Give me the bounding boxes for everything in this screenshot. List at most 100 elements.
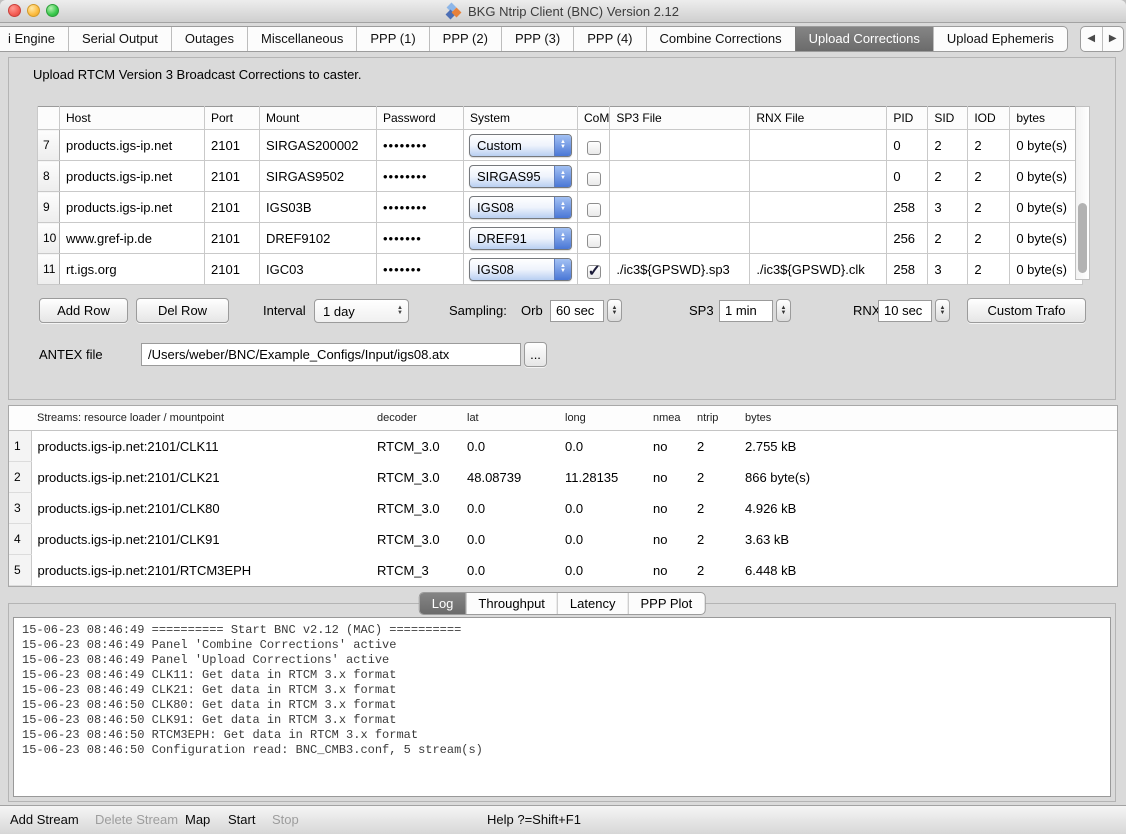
long-cell[interactable]: 11.28135: [559, 462, 647, 493]
system-dropdown[interactable]: IGS08▲▼: [469, 196, 572, 219]
sp3-cell[interactable]: [610, 192, 750, 223]
host-cell[interactable]: rt.igs.org: [60, 254, 205, 285]
col-nmea[interactable]: nmea: [647, 406, 691, 431]
rnx-cell[interactable]: [750, 192, 887, 223]
ntrip-cell[interactable]: 2: [691, 555, 739, 586]
iod-cell[interactable]: 2: [968, 223, 1010, 254]
rnx-cell[interactable]: [750, 161, 887, 192]
ntrip-cell[interactable]: 2: [691, 462, 739, 493]
password-cell[interactable]: •••••••: [377, 254, 464, 285]
password-cell[interactable]: ••••••••: [377, 130, 464, 161]
password-cell[interactable]: ••••••••: [377, 192, 464, 223]
tab-feed-engine[interactable]: i Engine: [0, 27, 68, 51]
col-system[interactable]: System: [464, 107, 578, 130]
sp3-stepper[interactable]: ▲▼: [776, 299, 791, 322]
system-dropdown[interactable]: Custom▲▼: [469, 134, 572, 157]
iod-cell[interactable]: 2: [968, 161, 1010, 192]
tabs-scroll-left-icon[interactable]: ◀: [1081, 27, 1102, 51]
host-cell[interactable]: products.igs-ip.net: [60, 192, 205, 223]
system-dropdown[interactable]: DREF91▲▼: [469, 227, 572, 250]
sp3-cell[interactable]: [610, 223, 750, 254]
pid-cell[interactable]: 258: [887, 192, 928, 223]
pid-cell[interactable]: 0: [887, 161, 928, 192]
mountpoint-cell[interactable]: products.igs-ip.net:2101/CLK21: [31, 462, 371, 493]
com-checkbox[interactable]: [587, 172, 601, 186]
antex-file-input[interactable]: /Users/weber/BNC/Example_Configs/Input/i…: [141, 343, 521, 366]
mountpoint-cell[interactable]: products.igs-ip.net:2101/CLK80: [31, 493, 371, 524]
sp3-cell[interactable]: [610, 130, 750, 161]
antex-browse-button[interactable]: ...: [524, 342, 547, 367]
upload-table-scrollbar[interactable]: [1075, 106, 1090, 280]
sid-cell[interactable]: 2: [928, 161, 968, 192]
tab-ppp-1[interactable]: PPP (1): [356, 27, 428, 51]
delete-stream-action[interactable]: Delete Stream: [95, 806, 178, 834]
col-bytes[interactable]: bytes: [739, 406, 928, 431]
lat-cell[interactable]: 0.0: [461, 524, 559, 555]
scrollbar-thumb[interactable]: [1078, 203, 1087, 273]
port-cell[interactable]: 2101: [205, 192, 260, 223]
col-iod[interactable]: IOD: [968, 107, 1010, 130]
com-checkbox[interactable]: [587, 203, 601, 217]
lat-cell[interactable]: 0.0: [461, 431, 559, 462]
rnx-cell[interactable]: [750, 223, 887, 254]
add-stream-action[interactable]: Add Stream: [10, 806, 79, 834]
host-cell[interactable]: products.igs-ip.net: [60, 161, 205, 192]
mountpoint-cell[interactable]: products.igs-ip.net:2101/RTCM3EPH: [31, 555, 371, 586]
tab-latency[interactable]: Latency: [557, 593, 628, 614]
col-decoder[interactable]: decoder: [371, 406, 461, 431]
pid-cell[interactable]: 256: [887, 223, 928, 254]
row-number[interactable]: 2: [9, 462, 31, 493]
lat-cell[interactable]: 0.0: [461, 493, 559, 524]
col-mount[interactable]: Mount: [260, 107, 377, 130]
mount-cell[interactable]: DREF9102: [260, 223, 377, 254]
log-output[interactable]: 15-06-23 08:46:49 ========== Start BNC v…: [13, 617, 1111, 797]
tab-ppp-3[interactable]: PPP (3): [501, 27, 573, 51]
pid-cell[interactable]: 258: [887, 254, 928, 285]
tab-log[interactable]: Log: [420, 593, 466, 614]
sid-cell[interactable]: 2: [928, 130, 968, 161]
tab-ppp-4[interactable]: PPP (4): [573, 27, 645, 51]
row-number[interactable]: 4: [9, 524, 31, 555]
ntrip-cell[interactable]: 2: [691, 431, 739, 462]
col-ntrip[interactable]: ntrip: [691, 406, 739, 431]
row-number[interactable]: 1: [9, 431, 31, 462]
tab-serial-output[interactable]: Serial Output: [68, 27, 171, 51]
sp3-cell[interactable]: ./ic3${GPSWD}.sp3: [610, 254, 750, 285]
password-cell[interactable]: ••••••••: [377, 161, 464, 192]
map-action[interactable]: Map: [185, 806, 210, 834]
long-cell[interactable]: 0.0: [559, 524, 647, 555]
tab-outages[interactable]: Outages: [171, 27, 247, 51]
rnx-cell[interactable]: ./ic3${GPSWD}.clk: [750, 254, 887, 285]
port-cell[interactable]: 2101: [205, 254, 260, 285]
col-port[interactable]: Port: [205, 107, 260, 130]
sid-cell[interactable]: 3: [928, 254, 968, 285]
system-dropdown[interactable]: IGS08▲▼: [469, 258, 572, 281]
orb-sampling-field[interactable]: 60 sec: [550, 300, 604, 322]
iod-cell[interactable]: 2: [968, 192, 1010, 223]
custom-trafo-button[interactable]: Custom Trafo: [967, 298, 1086, 323]
rnx-sampling-field[interactable]: 10 sec: [878, 300, 932, 322]
lat-cell[interactable]: 48.08739: [461, 462, 559, 493]
nmea-cell[interactable]: no: [647, 431, 691, 462]
tab-combine-corrections[interactable]: Combine Corrections: [646, 27, 795, 51]
decoder-cell[interactable]: RTCM_3: [371, 555, 461, 586]
col-lat[interactable]: lat: [461, 406, 559, 431]
rnx-cell[interactable]: [750, 130, 887, 161]
stop-action[interactable]: Stop: [272, 806, 299, 834]
sid-cell[interactable]: 2: [928, 223, 968, 254]
orb-stepper[interactable]: ▲▼: [607, 299, 622, 322]
tabs-scroll-right-icon[interactable]: ▶: [1102, 27, 1124, 51]
start-action[interactable]: Start: [228, 806, 255, 834]
tab-ppp-2[interactable]: PPP (2): [429, 27, 501, 51]
col-long[interactable]: long: [559, 406, 647, 431]
iod-cell[interactable]: 2: [968, 130, 1010, 161]
long-cell[interactable]: 0.0: [559, 493, 647, 524]
long-cell[interactable]: 0.0: [559, 431, 647, 462]
mount-cell[interactable]: IGC03: [260, 254, 377, 285]
col-pid[interactable]: PID: [887, 107, 928, 130]
tab-miscellaneous[interactable]: Miscellaneous: [247, 27, 356, 51]
interval-dropdown[interactable]: 1 day ▲▼: [314, 299, 409, 323]
port-cell[interactable]: 2101: [205, 223, 260, 254]
tab-upload-ephemeris[interactable]: Upload Ephemeris: [933, 27, 1067, 51]
host-cell[interactable]: products.igs-ip.net: [60, 130, 205, 161]
